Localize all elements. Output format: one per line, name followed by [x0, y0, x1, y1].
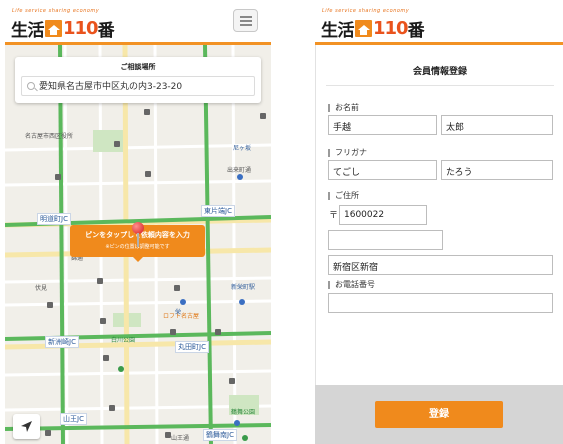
- app-header: Life service sharing economy 生活 110 番: [315, 0, 563, 44]
- map-label: 伏見: [35, 285, 48, 292]
- search-box[interactable]: [21, 76, 255, 96]
- brand-name-prefix: 生活: [321, 21, 355, 41]
- map-label: 鶴舞南JC: [203, 429, 237, 441]
- map-label: 鶴舞公園: [231, 409, 256, 416]
- address-line2-field[interactable]: 新宿区新宿: [328, 255, 553, 275]
- address-label: ご住所: [328, 190, 359, 201]
- label-bar: [328, 103, 330, 112]
- map-label: 東片端JC: [201, 205, 235, 217]
- address-label-text: ご住所: [335, 191, 359, 200]
- name-label: お名前: [328, 102, 359, 113]
- label-bar: [328, 191, 330, 200]
- map-screen: Life service sharing economy 生活 110 番 ご相…: [5, 0, 271, 444]
- phone-label: お電話番号: [328, 279, 375, 290]
- brand-name-suffix: 番: [97, 21, 115, 41]
- house-icon: [45, 20, 62, 37]
- search-title: ご相談場所: [120, 63, 156, 71]
- map-label: 新栄町駅: [231, 284, 256, 291]
- label-bar: [328, 280, 330, 289]
- first-kana-field[interactable]: たろう: [441, 160, 553, 180]
- map-label: 丸田町JC: [175, 341, 209, 353]
- menu-line-icon: [240, 20, 252, 22]
- app-header: Life service sharing economy 生活 110 番: [5, 0, 271, 44]
- brand-name-number: 110: [373, 18, 409, 39]
- registration-form: 会員情報登録 お名前 手越 太郎 フリガナ てごし たろう ご住所 〒 1600…: [315, 45, 563, 385]
- search-icon: [27, 82, 35, 90]
- map-label: 出来町通: [227, 167, 252, 174]
- hamburger-menu-button[interactable]: [233, 9, 258, 32]
- postal-code-field[interactable]: 1600022: [339, 205, 427, 225]
- register-button[interactable]: 登録: [375, 401, 503, 428]
- brand-tagline: Life service sharing economy: [12, 8, 100, 14]
- last-kana-field[interactable]: てごし: [328, 160, 437, 180]
- phone-field[interactable]: [328, 293, 553, 313]
- postal-mark: 〒: [329, 211, 339, 221]
- kana-label: フリガナ: [328, 147, 367, 158]
- map-label: 白川公園: [111, 337, 136, 344]
- map-label: 明道町JC: [37, 213, 71, 225]
- map-label: 新洲崎JC: [45, 336, 79, 348]
- map-pin-stem: [137, 233, 139, 247]
- brand-name-suffix: 番: [407, 21, 425, 41]
- address-line1-field[interactable]: [328, 230, 443, 250]
- label-bar: [328, 148, 330, 157]
- brand-logo[interactable]: 生活 110 番: [321, 16, 425, 41]
- map-label: 山王JC: [60, 413, 87, 425]
- form-title: 会員情報登録: [412, 67, 467, 77]
- brand-name-number: 110: [63, 18, 99, 39]
- house-icon: [355, 20, 372, 37]
- menu-line-icon: [240, 24, 252, 26]
- brand-logo[interactable]: 生活 110 番: [11, 16, 115, 41]
- brand-tagline: Life service sharing economy: [322, 8, 410, 14]
- map-label: 尼ヶ坂: [233, 145, 252, 152]
- phone-label-text: お電話番号: [335, 280, 375, 289]
- menu-line-icon: [240, 16, 252, 18]
- last-name-field[interactable]: 手越: [328, 115, 437, 135]
- form-footer: 登録: [315, 385, 563, 444]
- current-location-button[interactable]: [13, 414, 40, 439]
- location-arrow-icon: [21, 421, 32, 432]
- map-label: ロフト名古屋: [163, 313, 200, 320]
- map-label: 山王通: [171, 435, 190, 442]
- address-search-input[interactable]: [39, 80, 239, 90]
- brand-name-prefix: 生活: [11, 21, 45, 41]
- form-divider: [326, 85, 554, 86]
- registration-screen: Life service sharing economy 生活 110 番 会員…: [315, 0, 563, 444]
- search-card: ご相談場所: [15, 57, 261, 103]
- map-label: 名古屋市西区役所: [25, 133, 74, 140]
- first-name-field[interactable]: 太郎: [441, 115, 553, 135]
- name-label-text: お名前: [335, 103, 359, 112]
- kana-label-text: フリガナ: [335, 148, 367, 157]
